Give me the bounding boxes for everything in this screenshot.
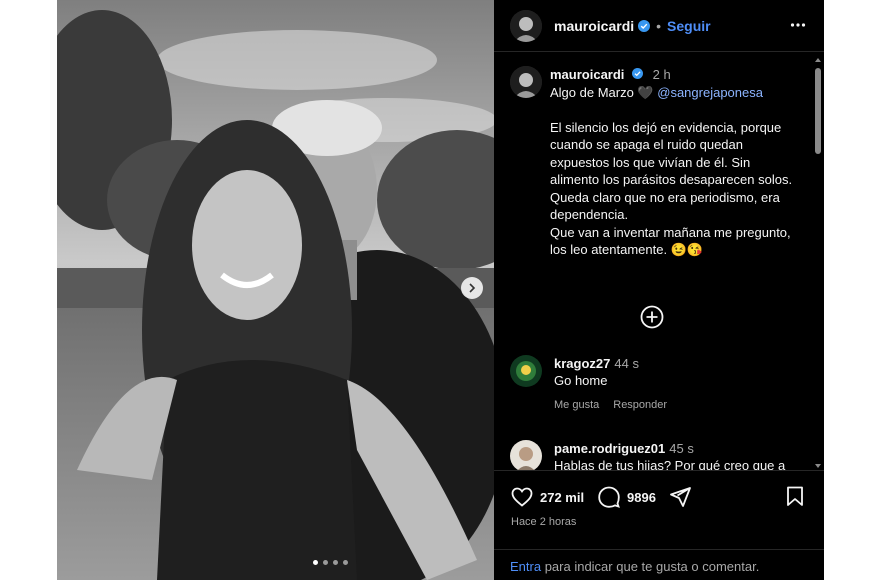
caption-mention-link[interactable]: @sangrejaponesa	[657, 85, 763, 100]
caption-paragraph: El silencio los dejó en evidencia, porqu…	[550, 119, 793, 188]
caption-avatar[interactable]	[510, 66, 542, 98]
heart-icon[interactable]	[510, 485, 534, 509]
verified-badge-icon	[632, 68, 644, 79]
scroll-up-arrow-icon[interactable]	[814, 56, 822, 64]
login-prompt-text: para indicar que te gusta o comentar.	[541, 559, 760, 574]
comment-username[interactable]: kragoz27	[554, 356, 610, 371]
commenter-avatar[interactable]	[510, 355, 542, 387]
carousel-dot	[323, 560, 328, 565]
caption-time: 2 h	[652, 67, 671, 82]
follow-button[interactable]: Seguir	[667, 18, 711, 34]
bookmark-icon[interactable]	[784, 485, 806, 507]
post-header: mauroicardi • Seguir	[494, 0, 824, 52]
posted-time: Hace 2 horas	[511, 516, 577, 528]
commenter-avatar[interactable]	[510, 440, 542, 472]
post-photo[interactable]	[57, 0, 494, 580]
save-action[interactable]	[784, 485, 806, 507]
caption-username[interactable]: mauroicardi	[550, 67, 624, 82]
verified-badge-icon	[638, 19, 651, 32]
comment-like-button[interactable]: Me gusta	[554, 397, 599, 414]
share-action[interactable]	[668, 485, 692, 509]
login-link[interactable]: Entra	[510, 559, 541, 574]
scroll-down-arrow-icon[interactable]	[814, 462, 822, 470]
post-actions-bar: 272 mil 9896 Hace 2 horas Entra para ind…	[494, 470, 824, 580]
comment-bubble-icon[interactable]	[597, 485, 621, 509]
comment-count: 9896	[627, 489, 656, 505]
author-avatar[interactable]	[510, 9, 542, 42]
scroll-thumb[interactable]	[815, 68, 821, 154]
comments-scrollbar[interactable]	[814, 56, 822, 470]
comment-username[interactable]: pame.rodriguez01	[554, 441, 665, 456]
couple-selfie-image	[57, 0, 494, 580]
comment-text: Go home	[554, 373, 608, 388]
caption-paragraph: Queda claro que no era periodismo, era d…	[550, 189, 780, 223]
post-side-panel: mauroicardi • Seguir mauroicardi 2 h Alg…	[494, 0, 824, 580]
comment-reply-button[interactable]: Responder	[613, 397, 667, 414]
chevron-right-icon	[469, 283, 476, 293]
load-more-comments-button[interactable]	[640, 305, 664, 334]
carousel-dot	[343, 560, 348, 565]
caption-paragraph: Que van a inventar mañana me pregunto, l…	[550, 224, 791, 258]
plus-circle-icon	[640, 305, 664, 329]
next-photo-button[interactable]	[461, 277, 483, 299]
more-options-icon[interactable]	[790, 17, 806, 38]
comment-action[interactable]: 9896	[597, 485, 656, 509]
caption-intro: Algo de Marzo 🖤	[550, 84, 654, 100]
comment-time: 44 s	[614, 356, 639, 371]
login-prompt: Entra para indicar que te gusta o coment…	[494, 549, 824, 580]
author-username[interactable]: mauroicardi	[554, 18, 634, 34]
like-action[interactable]: 272 mil	[510, 485, 584, 509]
carousel-dot	[333, 560, 338, 565]
carousel-dot	[313, 560, 318, 565]
header-separator: •	[656, 17, 662, 34]
paper-plane-icon[interactable]	[668, 485, 692, 509]
carousel-dots	[313, 560, 348, 565]
comment-time: 45 s	[669, 441, 694, 456]
like-count: 272 mil	[540, 489, 585, 505]
